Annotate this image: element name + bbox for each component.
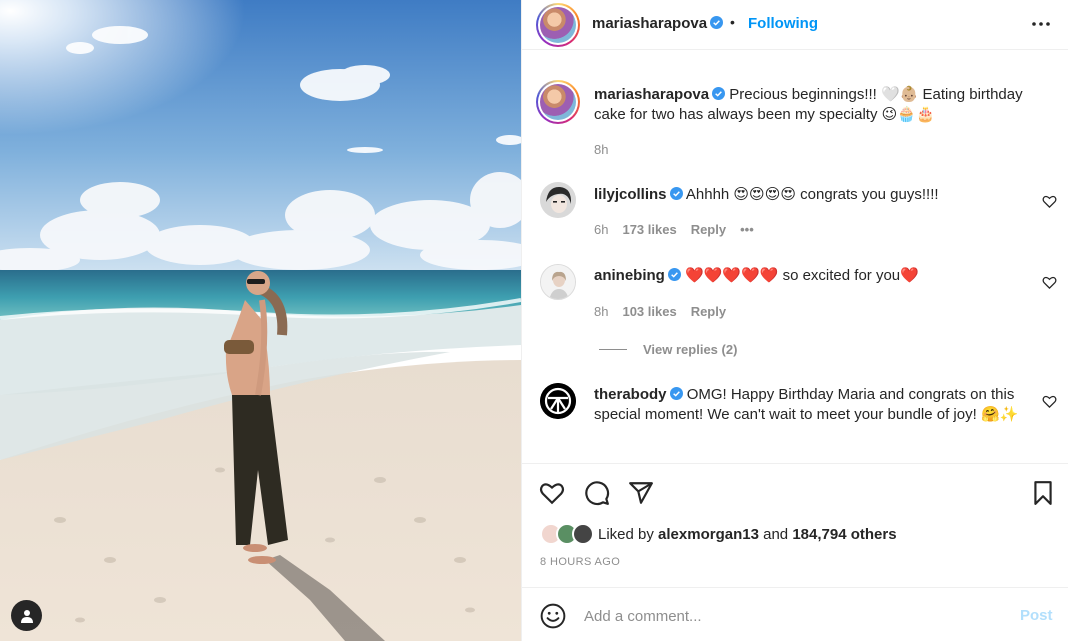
- post-details-panel: mariasharapova • Following mariasharapov…: [521, 0, 1068, 641]
- more-options-icon[interactable]: [1030, 14, 1052, 34]
- comment-likes[interactable]: 103 likes: [622, 304, 676, 319]
- caption-text: mariasharapova Precious beginnings!!! 🤍👶…: [594, 85, 1044, 125]
- heart-icon[interactable]: [1042, 394, 1057, 409]
- comment-text: lilyjcollins Ahhhh 😍😍😍😍 congrats you guy…: [594, 185, 1044, 205]
- verified-badge-icon: [710, 16, 724, 29]
- user-tag-icon[interactable]: [11, 600, 42, 631]
- share-icon[interactable]: [628, 480, 654, 506]
- post-header: mariasharapova • Following: [522, 0, 1068, 50]
- liker-avatar: [572, 523, 594, 545]
- caption-author-avatar[interactable]: [536, 80, 580, 124]
- post-photo[interactable]: [0, 0, 521, 641]
- comment-meta: 6h 173 likes Reply •••: [594, 222, 768, 237]
- author-username[interactable]: mariasharapova: [592, 15, 724, 32]
- add-comment-bar: Post: [522, 587, 1068, 641]
- heart-icon[interactable]: [1042, 275, 1057, 290]
- emoji-icon[interactable]: [540, 603, 566, 629]
- bookmark-icon[interactable]: [1030, 480, 1056, 506]
- comment-username[interactable]: lilyjcollins: [594, 186, 667, 203]
- liked-by-text: Liked by alexmorgan13 and 184,794 others: [598, 526, 897, 543]
- comment-username[interactable]: aninebing: [594, 267, 665, 284]
- author-avatar[interactable]: [536, 3, 580, 47]
- commenter-avatar[interactable]: [540, 182, 576, 218]
- heart-icon[interactable]: [1042, 194, 1057, 209]
- caption-meta: 8h: [594, 142, 622, 157]
- comment-likes[interactable]: 173 likes: [622, 222, 676, 237]
- liked-by-user[interactable]: alexmorgan13: [658, 526, 759, 543]
- view-replies-button[interactable]: View replies (2): [599, 342, 737, 357]
- caption-time[interactable]: 8h: [594, 142, 608, 157]
- beach-photo-image: [0, 0, 521, 641]
- comment-icon[interactable]: [584, 480, 610, 506]
- commenter-avatar[interactable]: [540, 383, 576, 419]
- post-button[interactable]: Post: [1020, 607, 1053, 624]
- comment-input[interactable]: [584, 604, 984, 628]
- liked-by-conj: and: [763, 526, 789, 543]
- replies-divider: [599, 349, 627, 350]
- actions-divider: [522, 463, 1068, 464]
- comment-time[interactable]: 8h: [594, 304, 608, 319]
- commenter-avatar[interactable]: [540, 264, 576, 300]
- view-replies-label: View replies (2): [643, 342, 738, 357]
- verified-badge-icon: [669, 187, 683, 200]
- liked-by-prefix: Liked by: [598, 526, 654, 543]
- reply-button[interactable]: Reply: [691, 304, 726, 319]
- reply-button[interactable]: Reply: [691, 222, 726, 237]
- liked-by-others[interactable]: 184,794 others: [792, 526, 896, 543]
- following-button[interactable]: Following: [748, 15, 818, 32]
- post-timestamp[interactable]: 8 HOURS AGO: [540, 556, 620, 568]
- comment-text: aninebing ❤️❤️❤️❤️❤️ so excited for you❤…: [594, 266, 1044, 286]
- verified-badge-icon: [712, 87, 726, 100]
- comment-time[interactable]: 6h: [594, 222, 608, 237]
- verified-badge-icon: [667, 268, 681, 281]
- comment-more-button[interactable]: •••: [740, 222, 754, 237]
- comment-body: Ahhhh 😍😍😍😍 congrats you guys!!!!: [685, 186, 939, 203]
- caption-username[interactable]: mariasharapova: [594, 86, 709, 103]
- header-separator: •: [730, 14, 735, 30]
- like-heart-icon[interactable]: [539, 480, 565, 506]
- comment-meta: 8h 103 likes Reply: [594, 304, 740, 319]
- comment-body: ❤️❤️❤️❤️❤️ so excited for you❤️: [685, 267, 919, 284]
- comment-text: therabody OMG! Happy Birthday Maria and …: [594, 385, 1044, 425]
- verified-badge-icon: [669, 387, 683, 400]
- comment-username[interactable]: therabody: [594, 386, 667, 403]
